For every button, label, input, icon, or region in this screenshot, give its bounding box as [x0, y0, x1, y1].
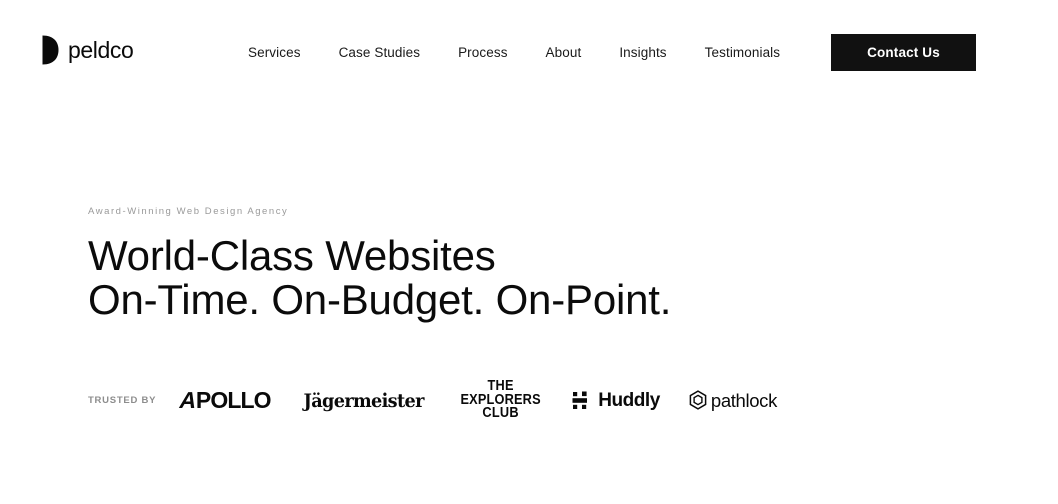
hero-headline: World-Class Websites On-Time. On-Budget.…	[88, 234, 671, 322]
half-moon-mark-icon	[42, 35, 59, 65]
hero-section: Award-Winning Web Design Agency World-Cl…	[88, 206, 671, 322]
client-logo-apollo[interactable]: A POLLO	[177, 378, 272, 423]
nav-item-insights[interactable]: Insights	[619, 38, 666, 67]
hero-headline-line-1: World-Class Websites	[88, 232, 496, 279]
site-header: peldco Services Case Studies Process Abo…	[0, 0, 1058, 105]
trusted-by-strip: TRUSTED BY A POLLO Jägermeister THE EXPLO…	[88, 378, 777, 423]
huddly-wordmark: Huddly	[598, 389, 660, 411]
apollo-letters-rest: POLLO	[195, 387, 272, 413]
apollo-wordmark-icon: A POLLO	[177, 387, 272, 414]
nav-item-about[interactable]: About	[546, 38, 582, 67]
hero-eyebrow: Award-Winning Web Design Agency	[88, 206, 289, 217]
pathlock-wordmark: pathlock	[710, 389, 777, 411]
main-navigation: Services Case Studies Process About Insi…	[248, 38, 780, 67]
trusted-by-label: TRUSTED BY	[88, 395, 157, 406]
pathlock-hexagon-mark-icon	[689, 390, 707, 410]
landing-page: peldco Services Case Studies Process Abo…	[0, 0, 1058, 504]
explorers-club-wordmark-icon: THE EXPLORERS CLUB	[455, 379, 546, 422]
client-logo-explorers-club[interactable]: THE EXPLORERS CLUB	[455, 378, 546, 423]
hero-headline-line-2: On-Time. On-Budget. On-Point.	[88, 275, 672, 323]
nav-item-services[interactable]: Services	[248, 38, 301, 67]
brand-logo[interactable]: peldco	[42, 35, 134, 65]
explorers-line-3: CLUB	[482, 405, 519, 422]
jagermeister-wordmark-icon: Jägermeister	[303, 389, 424, 412]
nav-item-testimonials[interactable]: Testimonials	[705, 38, 780, 67]
contact-us-button[interactable]: Contact Us	[831, 34, 976, 71]
nav-item-process[interactable]: Process	[458, 38, 507, 67]
huddly-mark-icon	[572, 391, 588, 409]
client-logo-pathlock[interactable]: pathlock	[688, 378, 777, 423]
client-logo-huddly[interactable]: Huddly	[572, 378, 660, 423]
nav-item-case-studies[interactable]: Case Studies	[339, 38, 421, 67]
brand-name: peldco	[68, 36, 134, 63]
client-logo-jagermeister[interactable]: Jägermeister	[299, 378, 428, 423]
